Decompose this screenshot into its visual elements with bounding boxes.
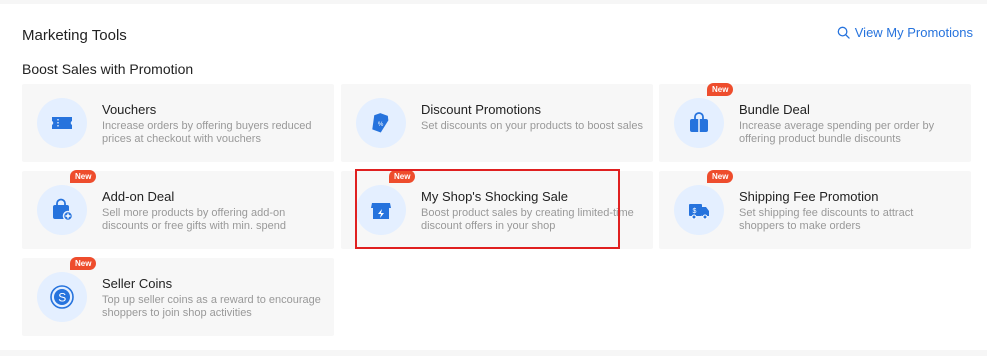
delivery-truck-icon: $ xyxy=(674,185,724,235)
section-title: Boost Sales with Promotion xyxy=(22,61,194,77)
tool-card-bundle-deal[interactable]: New Bundle Deal Increase average spendin… xyxy=(659,83,971,162)
tool-description: Increase average spending per order by o… xyxy=(739,120,935,145)
tool-name: Discount Promotions xyxy=(421,102,541,117)
tool-card-vouchers[interactable]: Vouchers Increase orders by offering buy… xyxy=(22,84,334,162)
new-badge: New xyxy=(707,83,734,96)
price-tag-icon: % xyxy=(356,98,406,148)
new-badge: New xyxy=(389,170,416,183)
coin-icon: S xyxy=(37,272,87,322)
tool-card-add-on-deal[interactable]: New Add-on Deal Sell more products by of… xyxy=(22,170,334,249)
view-my-promotions-link[interactable]: View My Promotions xyxy=(837,25,973,40)
tool-name: Shipping Fee Promotion xyxy=(739,189,879,204)
tool-name: Add-on Deal xyxy=(102,189,175,204)
tool-name: Bundle Deal xyxy=(739,102,810,117)
shop-flash-icon xyxy=(356,185,406,235)
voucher-icon xyxy=(37,98,87,148)
tool-card-shocking-sale[interactable]: New My Shop's Shocking Sale Boost produc… xyxy=(341,170,653,249)
tool-card-seller-coins[interactable]: S New Seller Coins Top up seller coins a… xyxy=(22,257,334,336)
tool-name: Vouchers xyxy=(102,102,157,117)
tool-card-shipping-fee-promotion[interactable]: $ New Shipping Fee Promotion Set shippin… xyxy=(659,170,971,249)
tool-description: Set discounts on your products to boost … xyxy=(421,120,643,132)
tool-description: Boost product sales by creating limited-… xyxy=(421,207,634,232)
shopping-bag-plus-icon xyxy=(37,185,87,235)
tool-card-discount-promotions[interactable]: % Discount Promotions Set discounts on y… xyxy=(341,84,653,162)
view-my-promotions-label: View My Promotions xyxy=(854,25,973,40)
svg-text:%: % xyxy=(378,122,384,128)
new-badge: New xyxy=(707,170,734,183)
page-title: Marketing Tools xyxy=(22,27,127,44)
bundle-bag-icon xyxy=(674,98,724,148)
tool-name: Seller Coins xyxy=(102,276,173,291)
tool-description: Sell more products by offering add-on di… xyxy=(102,207,287,232)
new-badge: New xyxy=(70,257,97,270)
tool-name: My Shop's Shocking Sale xyxy=(421,189,569,204)
new-badge: New xyxy=(70,170,97,183)
svg-text:$: $ xyxy=(693,208,697,215)
svg-text:S: S xyxy=(58,291,66,305)
tool-description: Increase orders by offering buyers reduc… xyxy=(102,120,312,145)
search-icon xyxy=(837,26,850,39)
tool-description: Top up seller coins as a reward to encou… xyxy=(102,294,321,319)
tool-description: Set shipping fee discounts to attract sh… xyxy=(739,207,914,232)
